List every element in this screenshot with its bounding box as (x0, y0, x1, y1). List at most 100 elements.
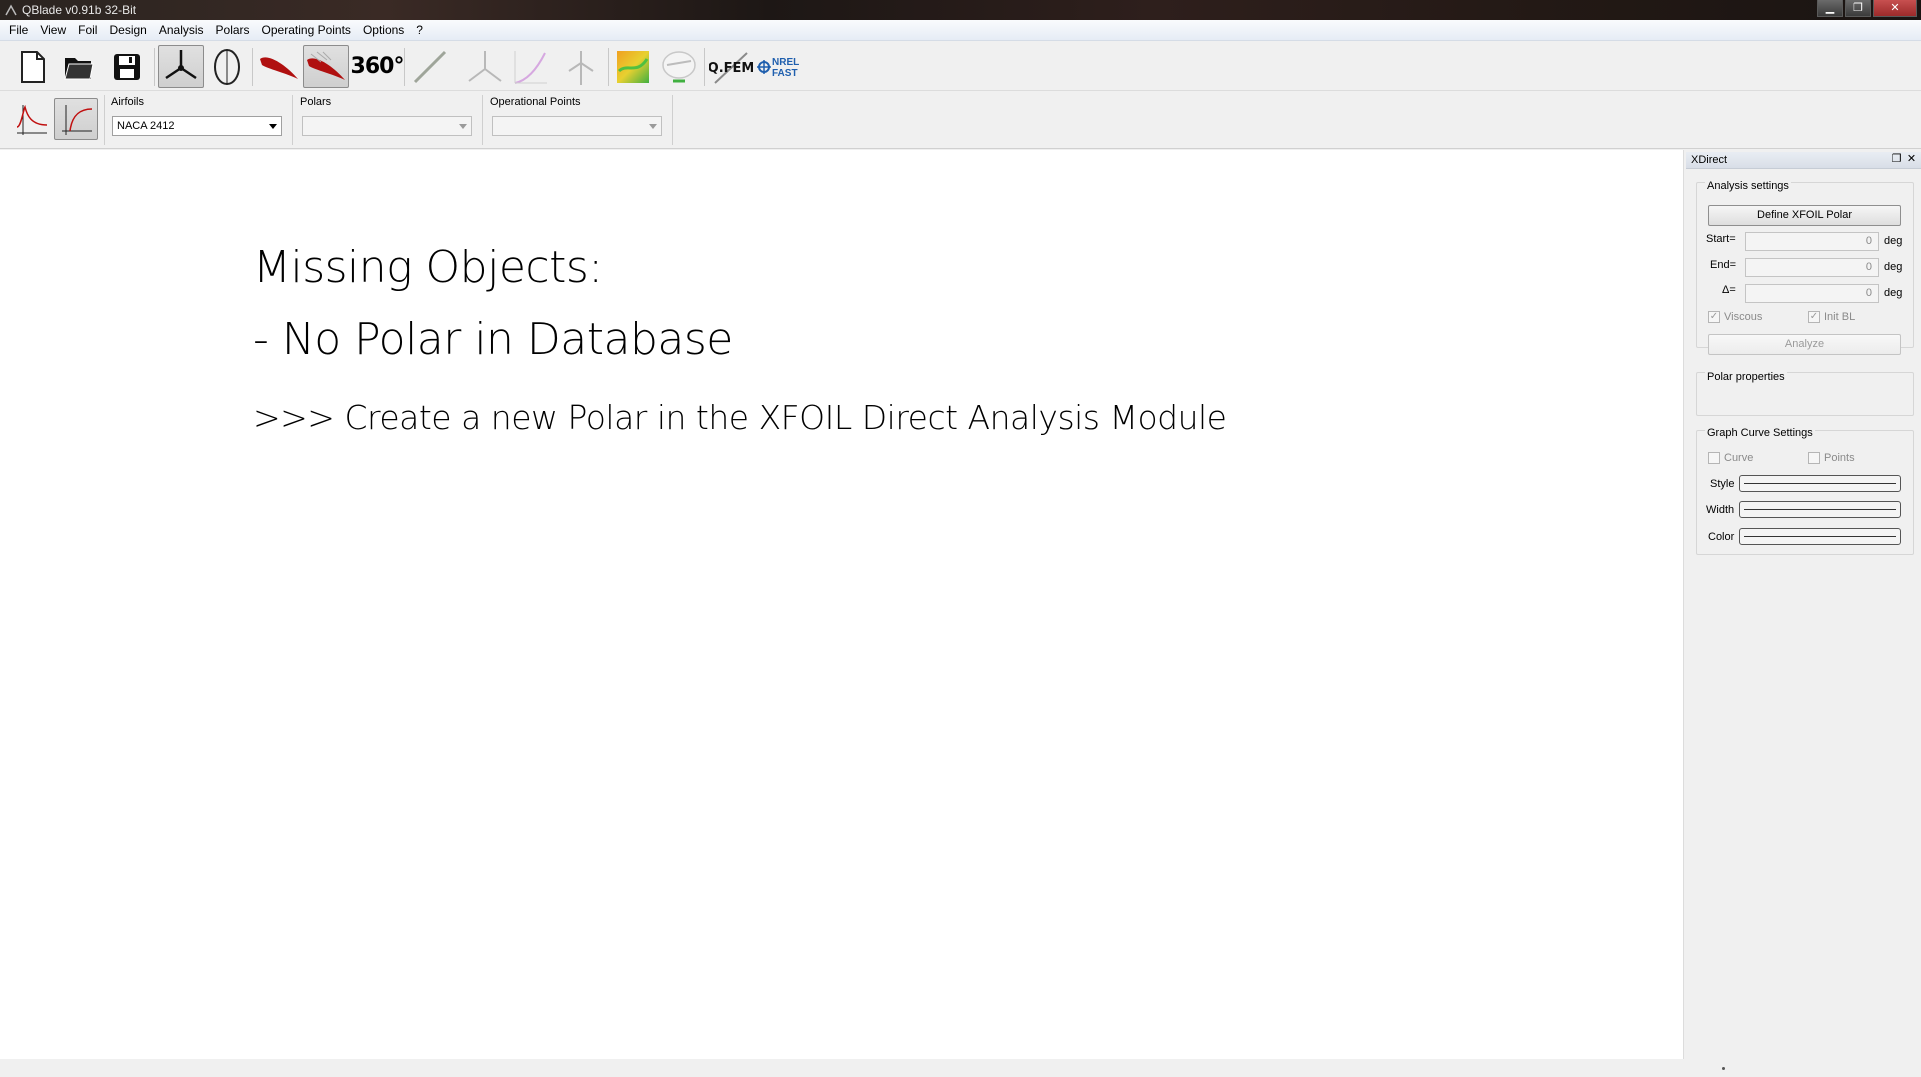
qblade-app-icon (5, 4, 17, 16)
polars-combo[interactable] (302, 116, 472, 136)
menu-design[interactable]: Design (103, 21, 152, 40)
selector-bar: Airfoils NACA 2412 Polars Operational Po… (0, 91, 1921, 149)
analysis-settings-title: Analysis settings (1705, 180, 1791, 192)
chevron-down-icon (459, 124, 467, 129)
missing-objects-heading: Missing Objects: (253, 242, 603, 293)
window-title: QBlade v0.91b 32-Bit (22, 3, 137, 17)
status-bar (0, 1059, 1921, 1077)
minimize-button[interactable]: ▁ (1817, 0, 1843, 17)
airfoils-combo-value: NACA 2412 (117, 120, 175, 132)
field-view-button[interactable] (610, 45, 656, 88)
menu-view[interactable]: View (34, 21, 72, 40)
selector-separator (292, 95, 293, 145)
airfoil-design-button[interactable] (256, 45, 302, 88)
end-unit: deg (1884, 261, 1903, 273)
main-toolbar: 360° Q.FEM NREL FAST (0, 42, 1921, 91)
graph-curve-settings-title: Graph Curve Settings (1705, 427, 1815, 439)
blade-design-button[interactable] (408, 45, 454, 88)
analyze-button[interactable]: Analyze (1708, 334, 1901, 355)
save-icon (114, 53, 140, 80)
new-file-button[interactable] (10, 45, 56, 88)
qfem-button[interactable]: Q.FEM (708, 45, 754, 88)
points-checkbox[interactable] (1808, 452, 1820, 464)
toolbar-separator (252, 48, 253, 86)
close-dock-icon[interactable]: ✕ (1905, 153, 1918, 166)
xdirect-dock: XDirect ❐ ✕ Analysis settings Define XFO… (1686, 150, 1921, 1059)
points-label: Points (1824, 452, 1855, 464)
operational-points-combo[interactable] (492, 116, 662, 136)
characteristic-button[interactable] (656, 45, 702, 88)
turbine-button[interactable] (558, 45, 604, 88)
graph-canvas[interactable]: Missing Objects: - No Polar in Database … (0, 150, 1684, 1059)
delta-label: Δ= (1722, 284, 1736, 296)
dock-titlebar: XDirect ❐ ✕ (1686, 152, 1921, 169)
blade-design-icon (413, 50, 447, 83)
fast-label: FAST (772, 68, 798, 79)
resize-grip-icon[interactable] (1722, 1067, 1725, 1070)
turbine-icon (568, 50, 594, 85)
delta-angle-field[interactable]: 0 (1745, 284, 1879, 303)
start-angle-field[interactable]: 0 (1745, 232, 1879, 251)
define-xfoil-polar-button[interactable]: Define XFOIL Polar (1708, 205, 1901, 226)
menu-file[interactable]: File (3, 21, 34, 40)
menu-bar: File View Foil Design Analysis Polars Op… (0, 20, 1921, 41)
toolbar-separator (404, 48, 405, 86)
rotor-simulation-button[interactable] (462, 45, 508, 88)
multi-parameter-button[interactable] (508, 45, 554, 88)
menu-foil[interactable]: Foil (72, 21, 103, 40)
vawt-rotor-icon (214, 48, 240, 85)
end-angle-field[interactable]: 0 (1745, 258, 1879, 277)
nrel-fast-icon: NREL FAST (757, 57, 799, 79)
new-file-icon (21, 50, 45, 83)
curve-style-selector[interactable] (1739, 475, 1901, 492)
float-dock-icon[interactable]: ❐ (1890, 153, 1903, 166)
start-label: Start= (1706, 233, 1736, 245)
menu-help[interactable]: ? (410, 21, 429, 40)
opp-graph-view-icon (62, 105, 93, 135)
nrel-fast-button[interactable]: NREL FAST (756, 45, 802, 88)
curve-color-selector[interactable] (1739, 528, 1901, 545)
open-folder-icon (64, 57, 94, 79)
qfem-icon: Q.FEM (709, 51, 753, 84)
multi-parameter-icon (514, 50, 547, 84)
polar-view-button[interactable] (10, 98, 52, 140)
menu-polars[interactable]: Polars (210, 21, 256, 40)
toolbar-separator (608, 48, 609, 86)
save-button[interactable] (104, 45, 150, 88)
polar-360-icon: 360° (350, 54, 405, 79)
rotor-simulation-icon (468, 50, 502, 82)
curve-label: Curve (1724, 452, 1754, 464)
qfem-label: Q.FEM (709, 61, 753, 76)
menu-operating-points[interactable]: Operating Points (256, 21, 357, 40)
toolbar-separator (704, 48, 705, 86)
vawt-mode-button[interactable] (204, 45, 250, 88)
delta-unit: deg (1884, 287, 1903, 299)
viscous-checkbox[interactable]: ✓ (1708, 311, 1720, 323)
dock-title: XDirect (1691, 154, 1728, 166)
menu-analysis[interactable]: Analysis (153, 21, 210, 40)
characteristic-icon (662, 50, 696, 82)
toolbar-separator (154, 48, 155, 86)
menu-options[interactable]: Options (357, 21, 410, 40)
polar-360-button[interactable]: 360° (351, 45, 405, 88)
hawt-mode-button[interactable] (158, 45, 204, 88)
airfoils-combo[interactable]: NACA 2412 (112, 116, 282, 136)
init-bl-checkbox[interactable]: ✓ (1808, 311, 1820, 323)
selector-separator (104, 95, 105, 145)
viscous-label: Viscous (1724, 311, 1763, 323)
create-polar-hint: >>> Create a new Polar in the XFOIL Dire… (253, 398, 1227, 437)
field-view-icon (617, 50, 649, 83)
close-button[interactable]: ✕ (1873, 0, 1917, 17)
maximize-button[interactable]: ❐ (1845, 0, 1871, 17)
selector-separator (482, 95, 483, 145)
airfoils-label: Airfoils (111, 96, 145, 108)
curve-width-selector[interactable] (1739, 501, 1901, 518)
style-label: Style (1710, 478, 1735, 490)
opp-view-button[interactable] (54, 98, 98, 140)
xfoil-direct-button[interactable] (303, 45, 349, 88)
curve-checkbox[interactable] (1708, 452, 1720, 464)
hawt-rotor-icon (165, 49, 197, 79)
open-file-button[interactable] (56, 45, 102, 88)
init-bl-label: Init BL (1824, 311, 1856, 323)
window-controls: ▁ ❐ ✕ (1817, 0, 1917, 17)
